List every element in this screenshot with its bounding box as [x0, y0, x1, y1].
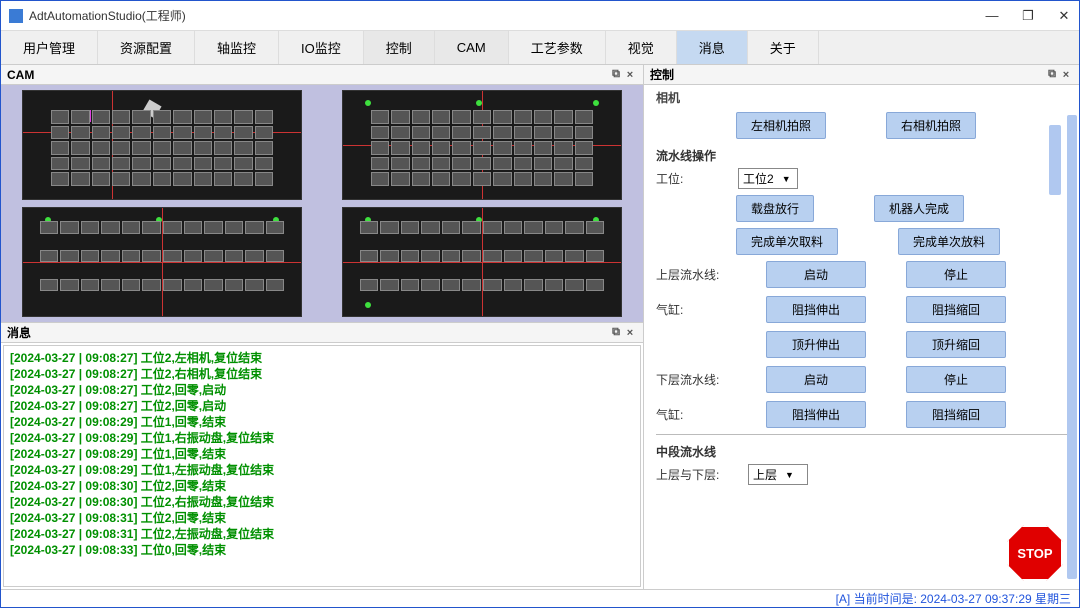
mid-line-label: 中段流水线 [656, 443, 1067, 460]
chevron-down-icon: ▼ [782, 174, 791, 184]
camera-view-2[interactable] [342, 90, 622, 200]
menu-vision[interactable]: 视觉 [606, 31, 677, 64]
titlebar: AdtAutomationStudio(工程师) — ❐ ✕ [1, 1, 1079, 31]
message-line: [2024-03-27 | 09:08:33] 工位0,回零,结束 [10, 542, 634, 558]
robot-done-button[interactable]: 机器人完成 [874, 195, 964, 222]
control-panel: 控制 ⧉ × 相机 左相机拍照 右相机拍照 流水线操作 工位: 工位2▼ [644, 65, 1079, 589]
message-line: [2024-03-27 | 09:08:29] 工位1,回零,结束 [10, 414, 634, 430]
message-line: [2024-03-27 | 09:08:29] 工位1,右振动盘,复位结束 [10, 430, 634, 446]
control-inner-scrollbar[interactable] [1049, 125, 1061, 195]
msg-dock-icon[interactable]: ⧉ [609, 326, 623, 339]
cam-panel: CAM ⧉ × [1, 65, 643, 322]
camera-view-3[interactable] [22, 207, 302, 317]
control-scrollbar[interactable] [1067, 115, 1077, 579]
message-line: [2024-03-27 | 09:08:27] 工位2,左相机,复位结束 [10, 350, 634, 366]
menu-axis-monitor[interactable]: 轴监控 [195, 31, 279, 64]
stop-button[interactable]: STOP [1007, 525, 1063, 581]
message-line: [2024-03-27 | 09:08:29] 工位1,回零,结束 [10, 446, 634, 462]
cylinder-label-2: 气缸: [656, 406, 726, 423]
menu-about[interactable]: 关于 [748, 31, 819, 64]
menu-control[interactable]: 控制 [364, 31, 435, 64]
layer-select[interactable]: 上层▼ [748, 464, 808, 485]
cylinder-label-1: 气缸: [656, 301, 726, 318]
close-button[interactable]: ✕ [1057, 9, 1071, 23]
maximize-button[interactable]: ❐ [1021, 9, 1035, 23]
layer-label: 上层与下层: [656, 466, 736, 483]
message-line: [2024-03-27 | 09:08:31] 工位2,左振动盘,复位结束 [10, 526, 634, 542]
menu-io-monitor[interactable]: IO监控 [279, 31, 364, 64]
cam-panel-title: CAM [7, 68, 34, 82]
cam-dock-icon[interactable]: ⧉ [609, 68, 623, 81]
message-list[interactable]: [2024-03-27 | 09:08:27] 工位2,左相机,复位结束[202… [3, 345, 641, 587]
ctrl-panel-title: 控制 [650, 66, 674, 83]
menu-resource-config[interactable]: 资源配置 [98, 31, 195, 64]
minimize-button[interactable]: — [985, 9, 999, 23]
lift-extend-button[interactable]: 顶升伸出 [766, 331, 866, 358]
camera-view-1[interactable] [22, 90, 302, 200]
upper-stop-button[interactable]: 停止 [906, 261, 1006, 288]
message-line: [2024-03-27 | 09:08:29] 工位1,左振动盘,复位结束 [10, 462, 634, 478]
block-extend-button-2[interactable]: 阻挡伸出 [766, 401, 866, 428]
right-camera-shoot-button[interactable]: 右相机拍照 [886, 112, 976, 139]
message-line: [2024-03-27 | 09:08:27] 工位2,回零,启动 [10, 382, 634, 398]
status-time: [A] 当前时间是: 2024-03-27 09:37:29 星期三 [836, 590, 1071, 607]
block-extend-button-1[interactable]: 阻挡伸出 [766, 296, 866, 323]
station-select[interactable]: 工位2▼ [738, 168, 798, 189]
chevron-down-icon: ▼ [785, 470, 794, 480]
message-line: [2024-03-27 | 09:08:27] 工位2,右相机,复位结束 [10, 366, 634, 382]
single-pick-done-button[interactable]: 完成单次取料 [736, 228, 838, 255]
lift-retract-button[interactable]: 顶升缩回 [906, 331, 1006, 358]
message-line: [2024-03-27 | 09:08:30] 工位2,右振动盘,复位结束 [10, 494, 634, 510]
line-ops-label: 流水线操作 [656, 147, 1067, 164]
camera-grid [1, 85, 643, 322]
message-line: [2024-03-27 | 09:08:30] 工位2,回零,结束 [10, 478, 634, 494]
menu-cam[interactable]: CAM [435, 31, 509, 64]
camera-view-4[interactable] [342, 207, 622, 317]
lower-start-button[interactable]: 启动 [766, 366, 866, 393]
upper-start-button[interactable]: 启动 [766, 261, 866, 288]
message-panel: 消息 ⧉ × [2024-03-27 | 09:08:27] 工位2,左相机,复… [1, 322, 643, 589]
msg-close-icon[interactable]: × [623, 327, 637, 339]
menu-messages[interactable]: 消息 [677, 31, 748, 64]
message-line: [2024-03-27 | 09:08:27] 工位2,回零,启动 [10, 398, 634, 414]
camera-section-cut: 相机 [656, 89, 1067, 106]
message-line: [2024-03-27 | 09:08:31] 工位2,回零,结束 [10, 510, 634, 526]
lower-line-label: 下层流水线: [656, 371, 726, 388]
statusbar: [A] 当前时间是: 2024-03-27 09:37:29 星期三 [1, 589, 1079, 607]
msg-panel-title: 消息 [7, 324, 31, 341]
tray-release-button[interactable]: 载盘放行 [736, 195, 814, 222]
left-camera-shoot-button[interactable]: 左相机拍照 [736, 112, 826, 139]
station-label: 工位: [656, 170, 726, 187]
block-retract-button-1[interactable]: 阻挡缩回 [906, 296, 1006, 323]
ctrl-dock-icon[interactable]: ⧉ [1045, 68, 1059, 81]
block-retract-button-2[interactable]: 阻挡缩回 [906, 401, 1006, 428]
upper-line-label: 上层流水线: [656, 266, 726, 283]
cam-close-icon[interactable]: × [623, 69, 637, 81]
menu-process-params[interactable]: 工艺参数 [509, 31, 606, 64]
single-place-done-button[interactable]: 完成单次放料 [898, 228, 1000, 255]
menubar: 用户管理 资源配置 轴监控 IO监控 控制 CAM 工艺参数 视觉 消息 关于 [1, 31, 1079, 65]
menu-user-management[interactable]: 用户管理 [1, 31, 98, 64]
ctrl-close-icon[interactable]: × [1059, 69, 1073, 81]
window-title: AdtAutomationStudio(工程师) [29, 7, 985, 24]
app-icon [9, 9, 23, 23]
lower-stop-button[interactable]: 停止 [906, 366, 1006, 393]
